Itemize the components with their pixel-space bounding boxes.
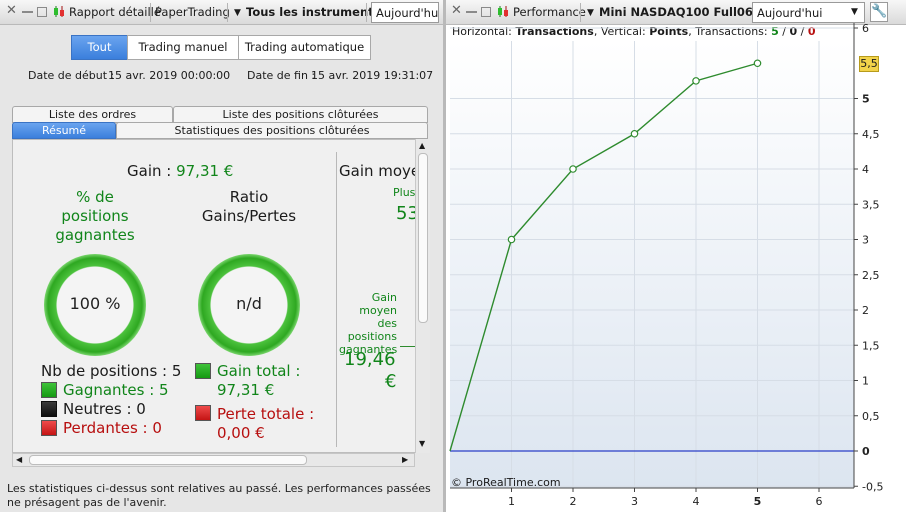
data-point[interactable] <box>753 59 762 68</box>
tab-closed-stats[interactable]: Statistiques des positions clôturées <box>116 122 428 139</box>
y-tick-label: 4 <box>862 163 869 176</box>
tab-orders-list[interactable]: Liste des ordres <box>12 106 173 123</box>
winning-pct-value: 100 % <box>69 294 121 313</box>
ratio-title: Ratio Gains/Pertes <box>189 188 309 226</box>
tab-summary[interactable]: Résumé <box>12 122 116 139</box>
copyright: © ProRealTime.com <box>451 476 561 489</box>
neutral-count: Neutres : 0 <box>63 400 146 418</box>
ratio-donut: n/d <box>198 254 300 356</box>
x-tick-label: 5 <box>754 495 762 508</box>
positions-count: Nb de positions : 5 <box>41 362 182 380</box>
y-tick-label: 4,5 <box>862 128 880 141</box>
close-icon[interactable]: ✕ <box>6 3 18 18</box>
x-tick-label: 6 <box>816 495 823 508</box>
losing-count: Perdantes : 0 <box>63 419 162 437</box>
scroll-left-icon[interactable]: ◀ <box>16 455 22 464</box>
start-date-value: 15 avr. 2019 00:00:00 <box>108 69 231 82</box>
start-date-label: Date de début : <box>28 69 115 82</box>
end-date-label: Date de fin : <box>247 69 316 82</box>
losing-color-icon <box>41 420 57 436</box>
y-tick-label: 3 <box>862 234 869 247</box>
y-tick-label: 0 <box>862 445 870 458</box>
y-tick-label: 6 <box>862 22 869 35</box>
scroll-down-icon[interactable]: ▼ <box>419 439 425 448</box>
summary-content: Gain : 97,31 € % de positions gagnantes … <box>12 139 430 453</box>
winning-color-icon <box>41 382 57 398</box>
total-loss-color-icon <box>195 405 211 421</box>
period-selector[interactable]: Aujourd'hui <box>371 2 439 23</box>
y-tick-label: 5 <box>862 93 870 106</box>
y-tick-label: 2 <box>862 304 869 317</box>
avg-winning-title: Gain moyen des positions gagnantes <box>339 291 397 356</box>
scroll-up-icon[interactable]: ▲ <box>419 141 425 150</box>
winning-count: Gagnantes : 5 <box>63 381 169 399</box>
performance-chart[interactable]: 6 5 4,5 4 3,5 3 2,5 2 1,5 1 0,5 0 -0,5 1 2 3 4 5 6 <box>446 0 906 512</box>
pct-winning-title-line: positions <box>61 207 129 225</box>
instruments-selector[interactable]: Tous les instruments <box>246 5 381 19</box>
total-loss-value: 0,00 € <box>217 424 265 442</box>
avg-winning-title-line: Gain <box>371 291 397 304</box>
data-point[interactable] <box>507 235 516 244</box>
total-gain-value: 97,31 € <box>217 381 275 399</box>
ratio-title-line: Ratio <box>229 188 269 206</box>
manual-trading-button[interactable]: Trading manuel <box>127 35 239 60</box>
x-tick-label: 4 <box>693 495 700 508</box>
horizontal-scrollbar[interactable]: ◀ ▶ <box>12 453 415 467</box>
y-tick-label: 1 <box>862 375 869 388</box>
maximize-icon[interactable] <box>37 7 47 17</box>
window-title: Rapport détaillé <box>69 5 161 19</box>
column-divider <box>336 152 337 447</box>
vertical-scrollbar[interactable]: ▲ ▼ <box>415 139 430 453</box>
winning-pct-donut: 100 % <box>44 254 146 356</box>
total-gain-color-icon <box>195 363 211 379</box>
y-tick-label: 2,5 <box>862 269 880 282</box>
avg-winning-value: 19,46 <box>344 349 396 370</box>
avg-winning-title-line: positions <box>347 330 397 343</box>
total-loss-label: Perte totale : <box>217 405 315 423</box>
all-mode-button[interactable]: Tout <box>71 35 128 60</box>
report-toolbar: ✕ Rapport détaillé PaperTrading ▼ Tous l… <box>0 0 443 25</box>
minimize-icon[interactable] <box>22 11 33 13</box>
disclaimer-text: Les statistiques ci-dessus sont relative… <box>7 482 431 509</box>
gain-heading: Gain : 97,31 € <box>127 162 233 180</box>
dropdown-arrow-icon[interactable]: ▼ <box>234 8 241 18</box>
ratio-title-line: Gains/Pertes <box>201 207 297 225</box>
data-point[interactable] <box>569 165 577 173</box>
vertical-scroll-thumb[interactable] <box>418 153 428 323</box>
candlestick-icon <box>54 6 64 17</box>
x-tick-label: 2 <box>570 495 577 508</box>
tab-closed-positions[interactable]: Liste des positions clôturées <box>173 106 428 123</box>
ratio-value: n/d <box>236 294 262 313</box>
avg-gain-title: Gain moye <box>339 162 421 180</box>
pct-winning-title: % de positions gagnantes <box>35 188 155 245</box>
avg-winning-title-line: moyen des <box>359 304 397 330</box>
neutral-color-icon <box>41 401 57 417</box>
x-tick-label: 1 <box>508 495 515 508</box>
avg-winning-currency: € <box>385 371 397 392</box>
data-point[interactable] <box>630 129 639 138</box>
y-tick-label: 3,5 <box>862 198 880 211</box>
x-tick-label: 3 <box>631 495 638 508</box>
data-point[interactable] <box>692 77 700 85</box>
horizontal-scroll-thumb[interactable] <box>29 455 307 465</box>
scroll-right-icon[interactable]: ▶ <box>402 455 408 464</box>
y-tick-label: -0,5 <box>862 480 883 493</box>
plot-background <box>450 41 854 488</box>
gain-label: Gain : <box>127 162 172 180</box>
total-gain-label: Gain total : <box>217 362 301 380</box>
pct-winning-title-line: gagnantes <box>55 226 135 244</box>
pct-winning-title-line: % de <box>76 188 114 206</box>
plus-label: Plus <box>393 186 416 199</box>
performance-panel: ✕ Performance ▼ Mini NASDAQ100 Full0619 … <box>446 0 906 512</box>
auto-trading-button[interactable]: Trading automatique <box>238 35 371 60</box>
y-tick-label: 0,5 <box>862 410 880 423</box>
current-value-badge: 5,5 <box>859 56 879 72</box>
gain-value: 97,31 € <box>176 162 234 180</box>
end-date-value: 15 avr. 2019 19:31:07 <box>311 69 434 82</box>
y-tick-label: 1,5 <box>862 339 880 352</box>
detailed-report-panel: ✕ Rapport détaillé PaperTrading ▼ Tous l… <box>0 0 443 512</box>
account-selector[interactable]: PaperTrading <box>155 5 230 19</box>
